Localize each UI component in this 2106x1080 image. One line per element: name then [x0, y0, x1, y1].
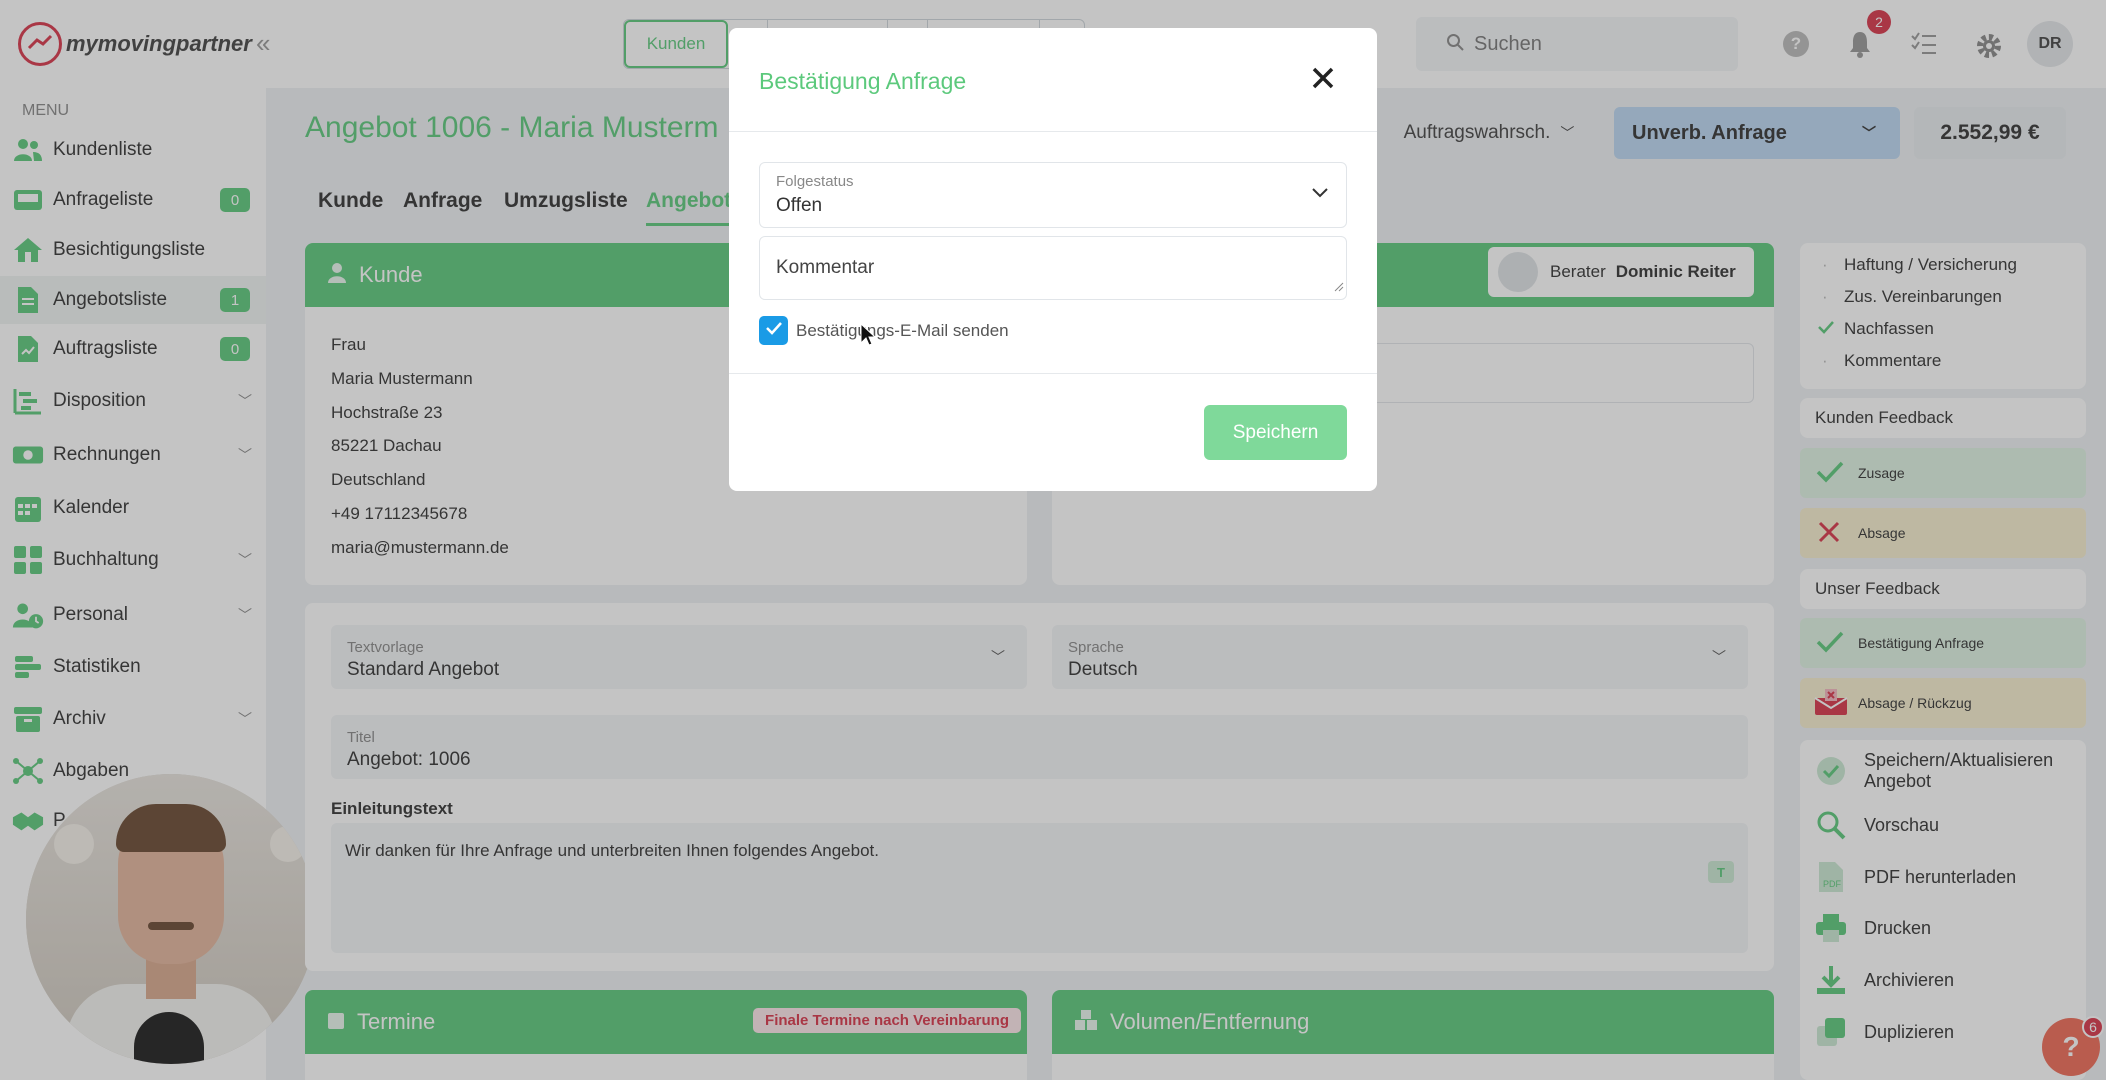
confirmation-modal: Bestätigung Anfrage Folgestatus Offen Ko…: [729, 28, 1377, 491]
save-button[interactable]: Speichern: [1204, 405, 1347, 460]
modal-footer-divider: [729, 373, 1377, 374]
kommentar-textarea[interactable]: Kommentar: [759, 236, 1347, 300]
modal-title: Bestätigung Anfrage: [759, 68, 967, 94]
confirmation-email-checkbox[interactable]: [759, 316, 788, 345]
mouse-cursor-icon: [860, 322, 877, 352]
confirmation-email-label[interactable]: Bestätigungs-E-Mail senden: [796, 321, 1009, 341]
folgestatus-select[interactable]: Folgestatus Offen: [759, 162, 1347, 228]
modal-header-divider: [729, 131, 1377, 132]
close-icon[interactable]: [1311, 66, 1341, 96]
folgestatus-label: Folgestatus: [776, 173, 854, 190]
checkmark-icon: [765, 321, 783, 340]
chevron-down-icon: [1312, 185, 1328, 203]
kommentar-placeholder: Kommentar: [776, 257, 875, 278]
resize-handle-icon[interactable]: [1334, 279, 1344, 297]
folgestatus-value: Offen: [776, 195, 823, 216]
